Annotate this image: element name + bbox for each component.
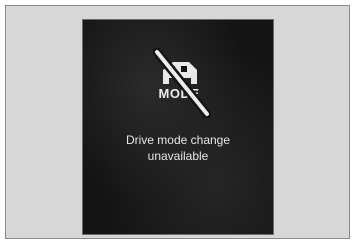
status-message-line-2: unavailable	[147, 149, 209, 163]
status-message-line-1: Drive mode change	[125, 133, 231, 147]
drive-mode-icon	[163, 62, 197, 84]
instrument-display: MODE Drive mode change unavailable	[82, 19, 274, 235]
mode-label: MODE	[158, 86, 200, 101]
status-message: Drive mode change unavailable	[83, 132, 273, 164]
illustration-frame: MODE Drive mode change unavailable	[5, 5, 350, 239]
